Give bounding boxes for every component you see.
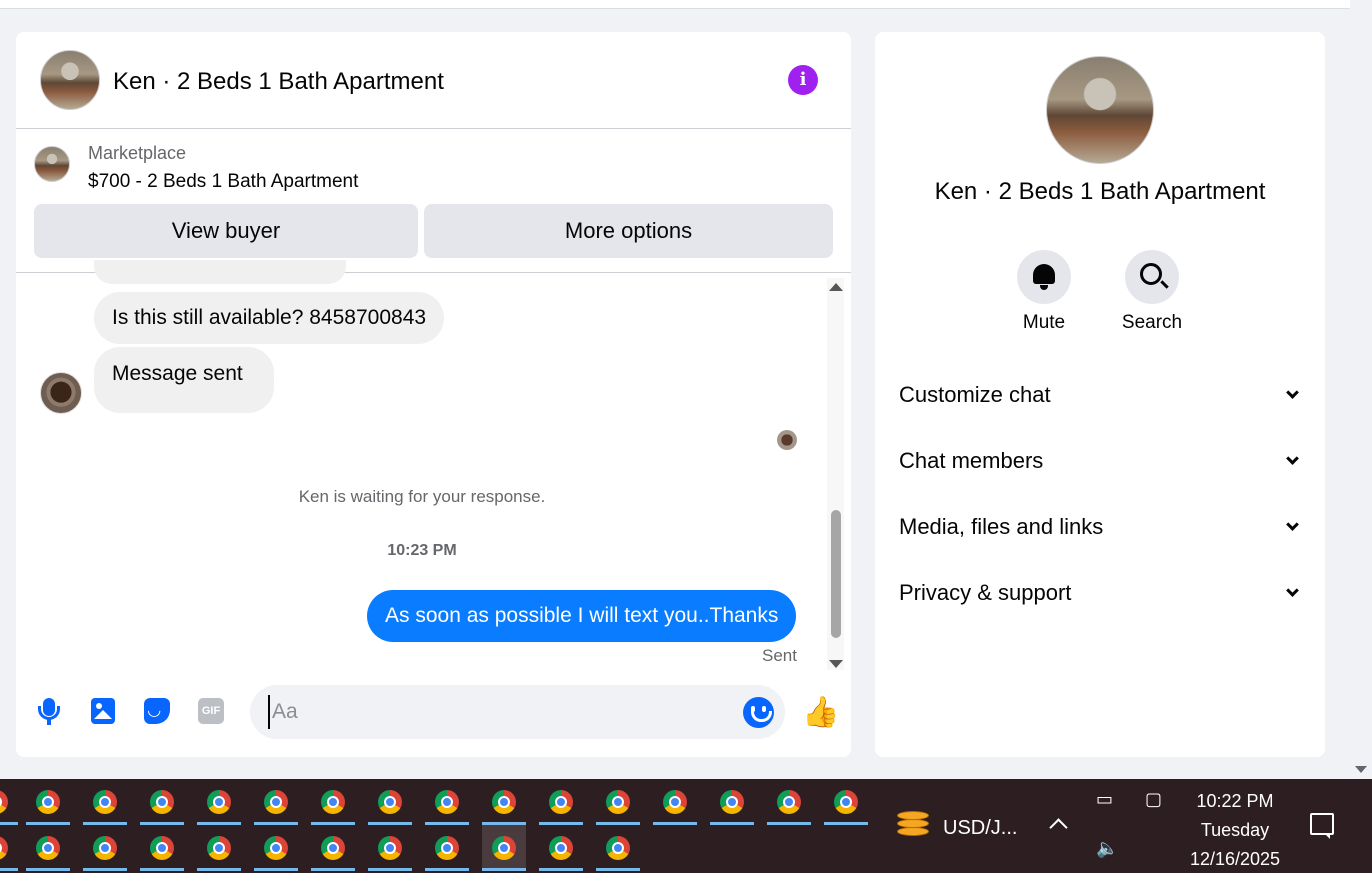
page-scrollbar[interactable] — [1350, 0, 1372, 779]
chat-panel: Ken · 2 Beds 1 Bath Apartment i Marketpl… — [16, 32, 851, 757]
message-bubble-incoming[interactable]: Message sent — [94, 347, 274, 413]
chevron-down-icon — [1286, 518, 1299, 531]
customize-chat-section[interactable]: Customize chat — [899, 370, 1301, 420]
message-input[interactable] — [268, 695, 718, 729]
scroll-up-arrow[interactable] — [829, 283, 843, 291]
currency-app-icon[interactable] — [897, 811, 929, 841]
emoji-icon[interactable] — [743, 697, 774, 728]
privacy-support-section[interactable]: Privacy & support — [899, 568, 1301, 618]
volume-icon[interactable]: 🔈 — [1096, 838, 1118, 859]
chrome-taskbar-icon[interactable] — [26, 779, 70, 825]
clock-time: 10:22 PM — [1196, 791, 1274, 811]
chat-title[interactable]: Ken · 2 Beds 1 Bath Apartment — [113, 68, 444, 96]
info-icon[interactable]: i — [788, 65, 818, 95]
notifications-icon[interactable] — [1310, 813, 1334, 839]
bell-icon — [1033, 264, 1055, 290]
chrome-taskbar-icon[interactable] — [83, 825, 127, 871]
show-hidden-icons-icon[interactable] — [1049, 818, 1068, 837]
taskbar: USD/J... ▭ ▢ 🔈 10:22 PM Tuesday 12/16/20… — [0, 779, 1372, 873]
chrome-taskbar-icon[interactable] — [197, 825, 241, 871]
chrome-taskbar-icon[interactable] — [482, 825, 526, 871]
conversation-info-panel: Ken · 2 Beds 1 Bath Apartment Mute Searc… — [875, 32, 1325, 757]
network-icon[interactable]: ▢ — [1145, 789, 1162, 810]
chevron-down-icon — [1286, 584, 1299, 597]
taskbar-clock[interactable]: 10:22 PM Tuesday 12/16/2025 — [1180, 787, 1290, 873]
chrome-taskbar-icon[interactable] — [539, 825, 583, 871]
listing-title[interactable]: $700 - 2 Beds 1 Bath Apartment — [88, 171, 358, 193]
chrome-taskbar-icon[interactable] — [653, 779, 697, 825]
photo-icon[interactable] — [91, 698, 115, 724]
microphone-icon[interactable] — [36, 698, 62, 726]
sticker-icon[interactable] — [144, 698, 170, 724]
message-timestamp: 10:23 PM — [387, 542, 457, 559]
search-button[interactable]: Search — [1107, 250, 1197, 334]
chevron-down-icon — [1286, 452, 1299, 465]
view-buyer-button[interactable]: View buyer — [34, 204, 418, 258]
tray-app-label[interactable]: USD/J... — [943, 817, 1017, 840]
scroll-thumb[interactable] — [831, 510, 841, 638]
chrome-taskbar-icon[interactable] — [311, 779, 355, 825]
message-composer: GIF 👍 — [16, 683, 851, 741]
chrome-taskbar-icon[interactable] — [710, 779, 754, 825]
chrome-taskbar-icon[interactable] — [254, 779, 298, 825]
gif-icon[interactable]: GIF — [198, 698, 224, 724]
chrome-taskbar-icon[interactable] — [482, 779, 526, 825]
marketplace-label: Marketplace — [88, 143, 187, 163]
listing-thumbnail[interactable] — [34, 146, 70, 182]
chat-members-section[interactable]: Chat members — [899, 436, 1301, 486]
search-icon — [1140, 263, 1162, 285]
marketplace-listing-bar: Marketplace $700 - 2 Beds 1 Bath Apartme… — [16, 129, 851, 273]
chrome-taskbar-icon[interactable] — [596, 779, 640, 825]
chrome-taskbar-icon[interactable] — [596, 825, 640, 871]
chrome-taskbar-icon[interactable] — [26, 825, 70, 871]
media-files-links-section[interactable]: Media, files and links — [899, 502, 1301, 552]
scroll-down-arrow[interactable] — [1355, 766, 1367, 773]
message-bubble-partial — [94, 260, 346, 284]
scroll-down-arrow[interactable] — [829, 660, 843, 668]
chrome-taskbar-icon[interactable] — [0, 825, 18, 871]
listing-profile-avatar[interactable] — [1046, 56, 1154, 164]
chrome-taskbar-icon[interactable] — [0, 779, 18, 825]
more-options-button[interactable]: More options — [424, 204, 833, 258]
search-label: Search — [1121, 312, 1183, 333]
info-title: Ken · 2 Beds 1 Bath Apartment — [934, 178, 1266, 205]
battery-icon[interactable]: ▭ — [1096, 789, 1113, 810]
thumbs-up-icon[interactable]: 👍 — [802, 695, 839, 730]
chrome-taskbar-icon[interactable] — [83, 779, 127, 825]
chrome-taskbar-icon[interactable] — [767, 779, 811, 825]
message-status: Sent — [762, 646, 797, 665]
message-input-wrapper — [250, 685, 785, 739]
read-receipt-avatar — [777, 430, 797, 450]
message-list[interactable]: Is this still available? 8458700843 Mess… — [16, 260, 851, 670]
chrome-taskbar-icon[interactable] — [197, 779, 241, 825]
mute-button[interactable]: Mute — [999, 250, 1089, 334]
chrome-taskbar-icon[interactable] — [824, 779, 868, 825]
clock-day: Tuesday — [1200, 820, 1270, 840]
sender-avatar[interactable] — [40, 372, 82, 414]
message-bubble-incoming[interactable]: Is this still available? 8458700843 — [94, 292, 445, 344]
chrome-taskbar-icon[interactable] — [311, 825, 355, 871]
chrome-taskbar-icon[interactable] — [140, 825, 184, 871]
chat-header: Ken · 2 Beds 1 Bath Apartment i — [16, 32, 851, 129]
chrome-taskbar-icon[interactable] — [425, 825, 469, 871]
message-bubble-outgoing[interactable]: As soon as possible I will text you..Tha… — [367, 590, 797, 642]
clock-date: 12/16/2025 — [1189, 849, 1281, 869]
chrome-taskbar-icon[interactable] — [140, 779, 184, 825]
chrome-taskbar-icon[interactable] — [254, 825, 298, 871]
chrome-taskbar-icon[interactable] — [539, 779, 583, 825]
chrome-taskbar-icon[interactable] — [368, 779, 412, 825]
listing-avatar[interactable] — [40, 50, 100, 110]
chrome-taskbar-icon[interactable] — [368, 825, 412, 871]
top-bar — [0, 0, 1350, 9]
message-scrollbar[interactable] — [827, 278, 844, 670]
waiting-notice: Ken is waiting for your response. — [298, 487, 546, 506]
mute-label: Mute — [1022, 312, 1066, 333]
chrome-taskbar-icon[interactable] — [425, 779, 469, 825]
chevron-down-icon — [1286, 386, 1299, 399]
